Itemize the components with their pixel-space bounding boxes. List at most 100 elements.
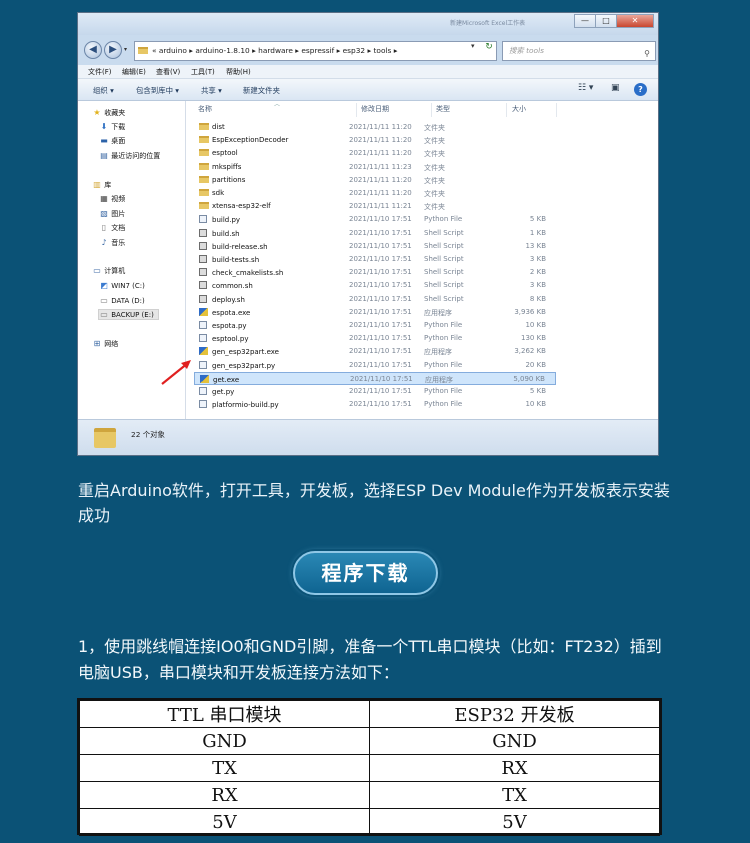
video-icon: ▦ [100,194,108,203]
view-options-icon[interactable]: ☷ ▾ [578,83,593,93]
nav-pictures[interactable]: ▧ 图片 [99,209,125,219]
file-row[interactable]: espota.exe 2021/11/10 17:51 应用程序 3,936 KB [194,306,556,319]
column-divider[interactable] [431,103,432,117]
organize-button[interactable]: 组织 ▾ [93,85,114,96]
download-icon: ⬇ [100,122,108,131]
column-size[interactable]: 大小 [512,104,526,114]
file-name: mkspiffs [212,162,242,171]
menu-file[interactable]: 文件(F) [88,67,112,77]
folder-file-icon [199,123,209,130]
file-date: 2021/11/10 17:51 [349,241,412,250]
file-row[interactable]: build.py 2021/11/10 17:51 Python File 5 KB [194,213,556,226]
forward-arrow-icon: ▶ [109,44,117,55]
search-input[interactable]: 搜索 tools ⚲ [502,41,656,61]
nav-network[interactable]: ⊞ 网络 [92,339,119,349]
nav-libraries[interactable]: ▥ 库 [92,180,111,190]
file-row[interactable]: espota.py 2021/11/10 17:51 Python File 10 K… [194,319,556,332]
file-row[interactable]: deploy.sh 2021/11/10 17:51 Shell Script 8 K… [194,293,556,306]
close-button[interactable]: ✕ [616,14,654,28]
file-size: 130 KB [521,334,546,343]
file-name-cell: get.py [199,387,234,396]
folder-icon [138,47,148,54]
column-name[interactable]: 名称 [198,104,212,114]
column-divider[interactable] [556,103,557,117]
file-row[interactable]: check_cmakelists.sh 2021/11/10 17:51 Shell… [194,266,556,279]
nav-videos[interactable]: ▦ 视频 [99,194,125,204]
nav-recent[interactable]: ▤ 最近访问的位置 [99,151,160,161]
column-date[interactable]: 修改日期 [361,104,389,114]
address-bar[interactable]: « arduino ▸ arduino-1.8.10 ▸ hardware ▸ … [134,41,497,61]
nav-favorites[interactable]: ★ 收藏夹 [92,108,125,118]
nav-documents[interactable]: ▯ 文档 [99,223,125,233]
file-row[interactable]: build-release.sh 2021/11/10 17:51 Shell Sc… [194,240,556,253]
file-row[interactable]: platformio-build.py 2021/11/10 17:51 Pytho… [194,398,556,411]
back-button[interactable]: ◀ [84,41,102,59]
minimize-button[interactable]: — [574,14,596,28]
nav-drive-e[interactable]: ▭ BACKUP (E:) [98,309,159,320]
file-name-cell: build-release.sh [199,241,268,251]
menu-edit[interactable]: 编辑(E) [122,67,146,77]
file-row[interactable]: esptool 2021/11/11 11:20 文件夹 [194,147,556,160]
file-type: 文件夹 [424,176,445,185]
table-row: RX TX [79,781,660,809]
menu-view[interactable]: 查看(V) [156,67,180,77]
menu-help[interactable]: 帮助(H) [226,67,251,77]
file-row[interactable]: dist 2021/11/11 11:20 文件夹 [194,121,556,134]
nav-desktop[interactable]: ▬ 桌面 [99,136,125,146]
include-in-library-button[interactable]: 包含到库中 ▾ [136,85,179,96]
drive-icon: ▭ [100,296,108,305]
file-row[interactable]: gen_esp32part.exe 2021/11/10 17:51 应用程序 3,2… [194,345,556,358]
share-button[interactable]: 共享 ▾ [201,85,222,96]
exe-file-icon [200,374,209,383]
file-row[interactable]: EspExceptionDecoder 2021/11/11 11:20 文件夹 [194,134,556,147]
nav-drive-c[interactable]: ◩ WIN7 (C:) [99,281,145,290]
nav-downloads[interactable]: ⬇ 下载 [99,122,126,132]
file-size: 5 KB [529,387,546,395]
file-date: 2021/11/10 17:51 [349,321,412,329]
file-row[interactable]: get.py 2021/11/10 17:51 Python File 5 KB [194,385,556,398]
file-row[interactable]: xtensa-esp32-elf 2021/11/11 11:21 文件夹 [194,200,556,213]
file-row[interactable]: sdk 2021/11/11 11:20 文件夹 [194,187,556,200]
forward-button[interactable]: ▶ [104,41,122,59]
file-date: 2021/11/10 17:51 [349,387,412,395]
menu-tools[interactable]: 工具(T) [191,67,215,77]
file-type: 文件夹 [424,190,445,198]
table-cell: GND [369,727,660,755]
star-icon: ★ [93,108,101,117]
file-row[interactable]: build.sh 2021/11/10 17:51 Shell Script 1 KB [194,227,556,240]
file-row[interactable]: common.sh 2021/11/10 17:51 Shell Script 3 K… [194,279,556,292]
address-dropdown-icon[interactable]: ▾ [471,42,475,50]
column-divider[interactable] [506,103,507,117]
file-name: platformio-build.py [212,401,279,410]
maximize-button[interactable]: □ [595,14,617,28]
file-type: Shell Script [424,281,464,290]
help-icon[interactable]: ? [634,83,647,96]
file-row[interactable]: esptool.py 2021/11/10 17:51 Python File 130… [194,332,556,345]
folder-file-icon [199,136,209,144]
table-cell: RX [369,754,660,782]
file-date: 2021/11/11 11:20 [349,189,412,197]
new-folder-button[interactable]: 新建文件夹 [243,85,280,96]
nav-music[interactable]: ♪ 音乐 [99,238,125,248]
file-row[interactable]: build-tests.sh 2021/11/10 17:51 Shell Scri… [194,253,556,266]
nav-drive-d[interactable]: ▭ DATA (D:) [99,296,144,305]
file-date: 2021/11/10 17:51 [349,307,412,316]
file-row[interactable]: get.exe 2021/11/10 17:51 应用程序 5,090 KB [194,371,556,385]
library-icon: ▥ [93,180,101,189]
refresh-button[interactable]: ↻ [482,42,496,58]
file-row[interactable]: gen_esp32part.py 2021/11/10 17:51 Python F… [194,359,556,372]
file-row[interactable]: partitions 2021/11/11 11:20 文件夹 [194,174,556,187]
column-type[interactable]: 类型 [436,104,450,114]
history-dropdown-icon[interactable]: ▾ [124,46,127,53]
file-size: 8 KB [529,294,546,303]
sh-file-icon [199,228,207,237]
file-row[interactable]: mkspiffs 2021/11/11 11:23 文件夹 [194,161,556,174]
file-name: build.py [212,216,241,225]
caption-text: 重启Arduino软件，打开工具，开发板，选择ESP Dev Module作为开… [78,481,670,525]
preview-pane-icon[interactable]: ▣ [611,83,620,93]
column-divider[interactable] [356,103,357,117]
file-name-cell: get.exe [200,374,239,384]
network-icon: ⊞ [93,339,101,348]
nav-computer[interactable]: ▭ 计算机 [92,266,125,276]
file-name-cell: partitions [199,175,245,184]
